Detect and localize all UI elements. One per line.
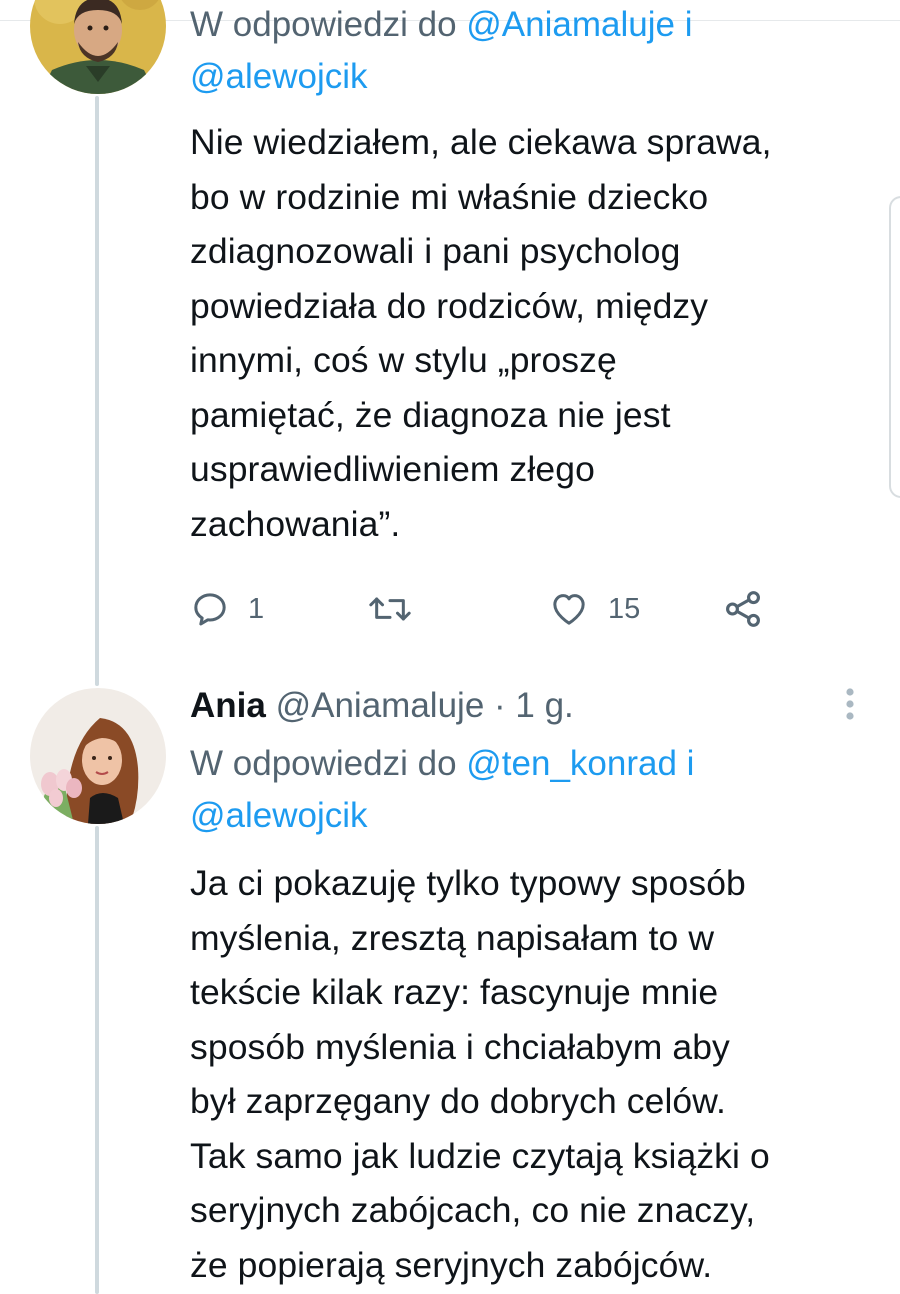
more-vertical-icon[interactable]	[838, 686, 862, 726]
username[interactable]: @Aniamaluje	[276, 686, 485, 725]
retweet-icon	[369, 597, 411, 621]
more-vertical-icon-glyph	[846, 688, 854, 720]
tweet-text-line: zdiagnozowali i pani psycholog	[190, 231, 681, 271]
tweet-text-line: Nie wiedziałem, ale ciekawa sprawa,	[190, 122, 772, 162]
retweet-button[interactable]	[368, 584, 412, 634]
tweet-text-line: Ja ci pokazuję tylko typowy sposób	[190, 863, 746, 903]
tweet-header: Ania @Aniamaluje · 1 g.	[190, 682, 870, 730]
avatar[interactable]	[30, 688, 166, 824]
reply-prefix: W odpowiedzi do	[190, 744, 457, 783]
thread-line	[95, 96, 99, 686]
tweet-actions: 1 15	[190, 584, 780, 634]
reply-context: W odpowiedzi do @Aniamaluje i	[190, 0, 870, 53]
display-name[interactable]: Ania	[190, 686, 266, 725]
timestamp[interactable]: 1 g.	[515, 686, 573, 725]
tweet-text-line: bo w rodzinie mi właśnie dziecko	[190, 176, 709, 217]
reply-icon	[194, 593, 226, 626]
share-icon	[726, 591, 760, 627]
tweet-text-line: że popierają seryjnych zabójców.	[190, 1244, 713, 1285]
mention-link[interactable]: @alewojcik	[190, 57, 368, 96]
tweet-text-line: pamiętać, że diagnoza nie jest	[190, 394, 671, 435]
reply-button[interactable]: 1	[190, 584, 264, 634]
thread-line	[95, 826, 99, 1294]
mention-link[interactable]: @Aniamaluje i	[466, 5, 692, 44]
like-count: 15	[608, 592, 641, 625]
tweet-text: Nie wiedziałem, ale ciekawa sprawa, bo w…	[190, 115, 870, 551]
tweet-2[interactable]: Ania @Aniamaluje · 1 g. W odpowiedzi do …	[190, 682, 870, 1292]
tweet-text-line: tekście kilak razy: fascynuje mnie	[190, 972, 719, 1012]
tweet-text-line: innymi, coś w stylu „proszę	[190, 340, 617, 380]
tweet-text-line: Tak samo jak ludzie czytają książki o	[190, 1135, 770, 1176]
tweet-text: Ja ci pokazuję tylko typowy sposób myśle…	[190, 856, 870, 1292]
avatar-image	[30, 688, 166, 824]
heart-icon	[553, 594, 585, 625]
share-button[interactable]	[722, 584, 764, 634]
reply-count: 1	[248, 592, 265, 625]
reply-context: W odpowiedzi do @ten_konrad i	[190, 736, 870, 792]
mention-link[interactable]: @alewojcik	[190, 796, 368, 835]
reply-context: @alewojcik	[190, 49, 870, 105]
tweet-text-line: seryjnych zabójcach, co nie znaczy,	[190, 1190, 756, 1230]
avatar-image	[30, 0, 166, 94]
separator-dot: ·	[494, 686, 506, 725]
mention-link[interactable]: @ten_konrad i	[466, 744, 694, 783]
tweet-text-line: powiedziała do rodziców, między	[190, 285, 709, 326]
reply-context: @alewojcik	[190, 788, 870, 844]
tweet-text-line: zachowania”.	[190, 503, 401, 544]
scroll-handle[interactable]	[889, 196, 900, 498]
tweet-text-line: usprawiedliwieniem złego	[190, 449, 595, 489]
tweet-text-line: sposób myślenia i chciałabym aby	[190, 1026, 730, 1067]
tweet-text-line: był zaprzęgany do dobrych celów.	[190, 1081, 727, 1121]
tweet-1[interactable]: W odpowiedzi do @Aniamaluje i @alewojcik…	[190, 0, 870, 551]
tweet-text-line: myślenia, zresztą napisałam to w	[190, 917, 715, 958]
reply-prefix: W odpowiedzi do	[190, 5, 457, 44]
avatar[interactable]	[30, 0, 166, 94]
like-button[interactable]: 15	[548, 584, 640, 634]
